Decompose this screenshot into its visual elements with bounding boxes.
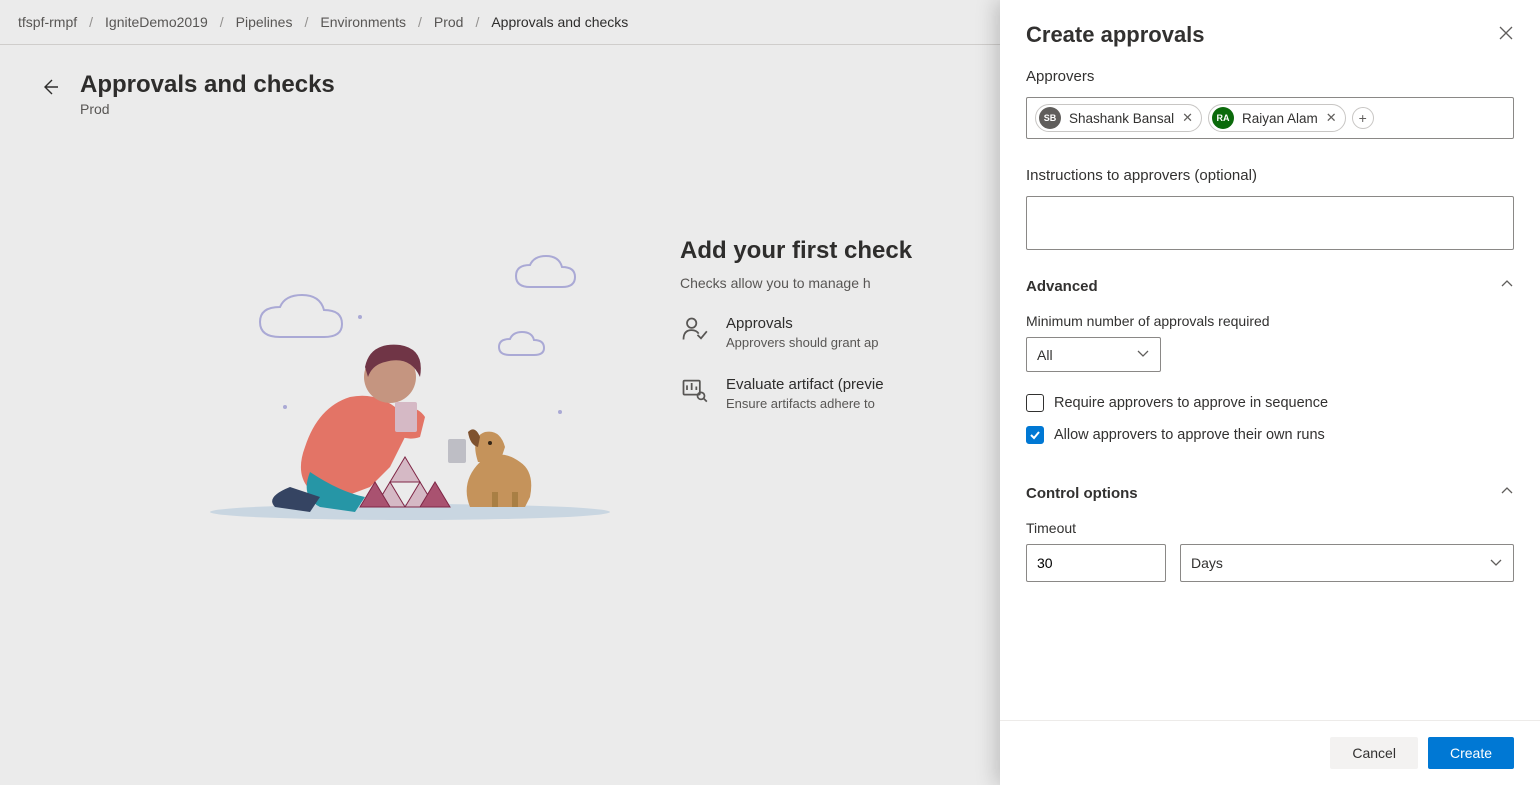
add-approver-button[interactable]: + xyxy=(1352,107,1374,129)
min-approvals-value: All xyxy=(1037,347,1053,363)
chevron-down-icon xyxy=(1489,555,1503,572)
instructions-label: Instructions to approvers (optional) xyxy=(1026,167,1514,184)
advanced-section-header[interactable]: Advanced xyxy=(1026,277,1514,295)
approver-name: Raiyan Alam xyxy=(1242,111,1318,126)
approvers-input[interactable]: SB Shashank Bansal ✕ RA Raiyan Alam ✕ + xyxy=(1026,97,1514,139)
chevron-up-icon[interactable] xyxy=(1500,484,1514,502)
approver-name: Shashank Bansal xyxy=(1069,111,1174,126)
create-button[interactable]: Create xyxy=(1428,737,1514,769)
allow-own-label: Allow approvers to approve their own run… xyxy=(1054,427,1325,443)
approvers-label: Approvers xyxy=(1026,68,1514,85)
allow-own-checkbox[interactable] xyxy=(1026,426,1044,444)
create-approvals-panel: Create approvals Approvers SB Shashank B… xyxy=(1000,0,1540,785)
control-options-section-header[interactable]: Control options xyxy=(1026,484,1514,502)
min-approvals-select[interactable]: All xyxy=(1026,337,1161,372)
remove-approver-icon[interactable]: ✕ xyxy=(1182,110,1193,126)
remove-approver-icon[interactable]: ✕ xyxy=(1326,110,1337,126)
timeout-unit-select[interactable]: Days xyxy=(1180,544,1514,582)
require-sequence-checkbox[interactable] xyxy=(1026,394,1044,412)
advanced-label: Advanced xyxy=(1026,278,1098,295)
panel-title: Create approvals xyxy=(1026,22,1205,48)
approver-chip: SB Shashank Bansal ✕ xyxy=(1035,104,1202,132)
avatar: RA xyxy=(1212,107,1234,129)
approver-chip: RA Raiyan Alam ✕ xyxy=(1208,104,1346,132)
close-icon[interactable] xyxy=(1498,25,1514,46)
instructions-input[interactable] xyxy=(1026,196,1514,250)
avatar: SB xyxy=(1039,107,1061,129)
cancel-button[interactable]: Cancel xyxy=(1330,737,1418,769)
timeout-value-input[interactable] xyxy=(1026,544,1166,582)
require-sequence-label: Require approvers to approve in sequence xyxy=(1054,395,1328,411)
min-approvals-label: Minimum number of approvals required xyxy=(1026,313,1514,329)
chevron-up-icon[interactable] xyxy=(1500,277,1514,295)
timeout-unit-value: Days xyxy=(1191,555,1223,571)
chevron-down-icon xyxy=(1136,346,1150,363)
control-options-label: Control options xyxy=(1026,485,1138,502)
timeout-label: Timeout xyxy=(1026,520,1514,536)
